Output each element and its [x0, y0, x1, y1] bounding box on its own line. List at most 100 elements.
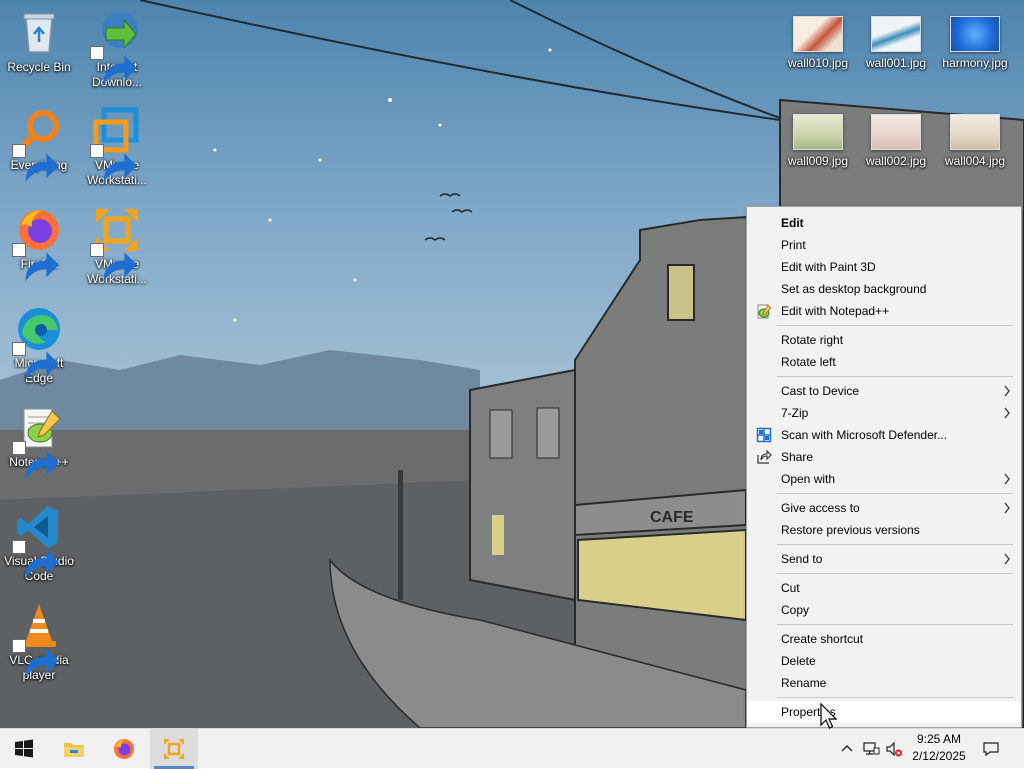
menu-item-label: Edit with Notepad++ — [781, 304, 890, 318]
menu-item-print[interactable]: Print — [747, 234, 1021, 256]
menu-item-label: Set as desktop background — [781, 282, 927, 296]
shortcut-arrow-icon — [90, 46, 137, 85]
menu-item-give-access-to[interactable]: Give access to — [747, 497, 1021, 519]
menu-item-set-as-desktop-background[interactable]: Set as desktop background — [747, 278, 1021, 300]
desktop-icon-vmware-player[interactable]: VMware Workstati... — [79, 205, 155, 287]
menu-item-edit-with-notepad-plus-plus[interactable]: Edit with Notepad++ — [747, 300, 1021, 322]
image-thumbnail-icon — [871, 114, 921, 150]
menu-item-rename[interactable]: Rename — [747, 672, 1021, 694]
menu-separator — [777, 493, 1013, 494]
action-center-button[interactable] — [982, 740, 1000, 758]
desktop-file-wall009[interactable]: wall009.jpg — [780, 106, 856, 169]
desktop-icon-everything[interactable]: Everything — [1, 106, 77, 183]
menu-item-7zip[interactable]: 7-Zip — [747, 402, 1021, 424]
shortcut-arrow-icon — [12, 441, 59, 480]
shortcut-arrow-icon — [12, 342, 59, 381]
chevron-right-icon — [1003, 402, 1013, 424]
image-thumbnail-icon — [793, 16, 843, 52]
menu-item-rotate-left[interactable]: Rotate left — [747, 351, 1021, 373]
desktop-file-wall010[interactable]: wall010.jpg — [780, 8, 856, 71]
menu-separator — [777, 624, 1013, 625]
menu-item-label: Edit with Paint 3D — [781, 260, 876, 274]
menu-item-rotate-right[interactable]: Rotate right — [747, 329, 1021, 351]
desktop-file-harmony[interactable]: harmony.jpg — [937, 8, 1013, 71]
desktop-icon-firefox[interactable]: Firefox — [1, 205, 77, 282]
shortcut-arrow-icon — [12, 144, 59, 183]
desktop-file-wall004[interactable]: wall004.jpg — [937, 106, 1013, 169]
tray-volume-button[interactable] — [885, 740, 903, 758]
menu-separator — [777, 325, 1013, 326]
desktop-icon-vlc-media-player[interactable]: VLC media player — [1, 601, 77, 683]
desktop-file-wall001[interactable]: wall001.jpg — [858, 8, 934, 71]
desktop-icon-vmware-workstation[interactable]: VMware Workstati... — [79, 106, 155, 188]
menu-item-send-to[interactable]: Send to — [747, 548, 1021, 570]
vmware-player-icon — [90, 205, 142, 282]
desktop-icon-microsoft-edge[interactable]: Microsoft Edge — [1, 304, 77, 386]
menu-item-edit-with-paint-3d[interactable]: Edit with Paint 3D — [747, 256, 1021, 278]
shortcut-arrow-icon — [12, 540, 59, 579]
share-icon — [756, 449, 772, 465]
chevron-right-icon — [1003, 468, 1013, 490]
clock-date: 2/12/2025 — [912, 749, 966, 763]
desktop-file-label: wall010.jpg — [787, 56, 849, 70]
menu-item-scan-with-defender[interactable]: Scan with Microsoft Defender... — [747, 424, 1021, 446]
chevron-right-icon — [1003, 548, 1013, 570]
menu-item-label: Edit — [781, 216, 804, 230]
desktop-icon-recycle-bin[interactable]: Recycle Bin — [1, 8, 77, 75]
menu-item-label: Cut — [781, 581, 800, 595]
shortcut-arrow-icon — [90, 243, 137, 282]
menu-item-cast-to-device[interactable]: Cast to Device — [747, 380, 1021, 402]
menu-item-label: Rename — [781, 676, 827, 690]
menu-item-restore-previous-versions[interactable]: Restore previous versions — [747, 519, 1021, 541]
menu-item-label: Rotate left — [781, 355, 836, 369]
firefox-icon — [12, 205, 64, 282]
edge-icon — [12, 304, 64, 381]
menu-separator — [777, 573, 1013, 574]
desktop-file-wall002[interactable]: wall002.jpg — [858, 106, 934, 169]
tray-overflow-button[interactable] — [838, 740, 856, 758]
desktop-icon-internet-download-manager[interactable]: Internet Downlo... — [79, 8, 155, 90]
shortcut-arrow-icon — [90, 144, 137, 183]
menu-item-label: Restore previous versions — [781, 523, 920, 537]
vscode-icon — [12, 502, 64, 579]
shortcut-arrow-icon — [12, 243, 59, 282]
network-icon — [863, 742, 880, 755]
chevron-right-icon — [1003, 497, 1013, 519]
desktop-icon-label: Recycle Bin — [7, 60, 71, 74]
desktop-file-label: wall009.jpg — [787, 154, 849, 168]
menu-item-label: Share — [781, 450, 814, 464]
recycle-bin-icon — [14, 8, 64, 58]
menu-item-create-shortcut[interactable]: Create shortcut — [747, 628, 1021, 650]
file-context-menu: Edit Print Edit with Paint 3D Set as des… — [746, 206, 1022, 728]
firefox-icon — [114, 739, 134, 759]
tray-network-button[interactable] — [862, 740, 880, 758]
clock-time: 9:25 AM — [916, 732, 962, 746]
menu-item-open-with[interactable]: Open with — [747, 468, 1021, 490]
menu-item-copy[interactable]: Copy — [747, 599, 1021, 621]
windows-start-icon — [15, 739, 33, 758]
taskbar-vmware[interactable] — [150, 729, 198, 769]
file-explorer-icon — [64, 743, 84, 757]
menu-item-label: Rotate right — [781, 333, 844, 347]
menu-item-share[interactable]: Share — [747, 446, 1021, 468]
taskbar-file-explorer[interactable] — [50, 729, 98, 769]
shortcut-arrow-icon — [12, 639, 59, 678]
notepad-plus-plus-icon — [756, 303, 772, 319]
menu-item-delete[interactable]: Delete — [747, 650, 1021, 672]
image-thumbnail-icon — [950, 16, 1000, 52]
start-button[interactable] — [0, 729, 48, 769]
menu-item-cut[interactable]: Cut — [747, 577, 1021, 599]
chevron-up-icon — [841, 745, 853, 752]
menu-separator — [777, 697, 1013, 698]
desktop-icon-visual-studio-code[interactable]: Visual Studio Code — [1, 502, 77, 584]
vmware-workstation-icon — [90, 106, 142, 183]
menu-item-label: 7-Zip — [781, 406, 809, 420]
menu-separator — [777, 544, 1013, 545]
taskbar-firefox[interactable] — [100, 729, 148, 769]
tray-clock[interactable]: 9:25 AM 2/12/2025 — [904, 731, 974, 765]
desktop-icon-notepad-plus-plus[interactable]: Notepad++ — [1, 403, 77, 480]
menu-item-properties[interactable]: Properties — [747, 701, 1021, 723]
menu-item-edit[interactable]: Edit — [747, 212, 1021, 234]
svg-text:CAFE: CAFE — [650, 509, 694, 526]
desktop-file-label: harmony.jpg — [942, 56, 1008, 70]
